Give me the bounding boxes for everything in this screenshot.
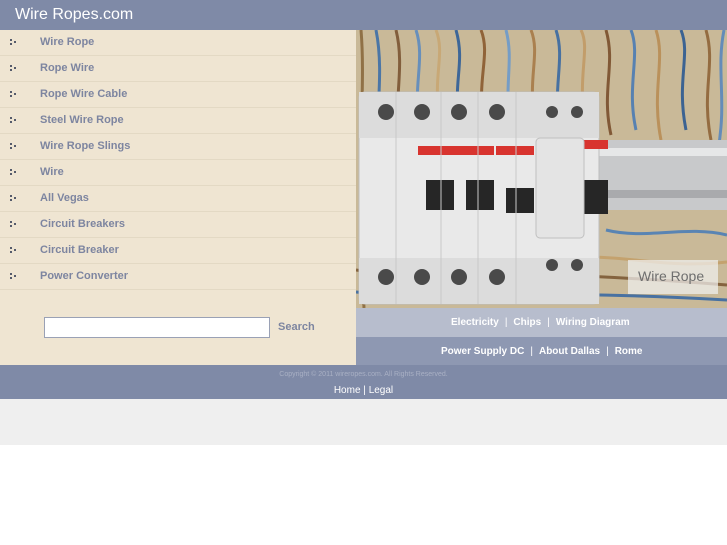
- sidebar-item-label[interactable]: Rope Wire: [40, 62, 94, 74]
- sidebar-item-label[interactable]: Power Converter: [40, 270, 128, 282]
- link-wiring-diagram[interactable]: Wiring Diagram: [556, 317, 630, 328]
- bullet-icon: [10, 143, 18, 151]
- link-rome[interactable]: Rome: [615, 346, 643, 357]
- search-input[interactable]: [44, 317, 270, 338]
- sidebar-item-label[interactable]: Wire: [40, 166, 64, 178]
- link-bar-secondary: Power Supply DC | About Dallas | Rome: [356, 337, 727, 365]
- hero-caption: Wire Rope: [628, 260, 718, 294]
- sidebar-item-label[interactable]: Wire Rope: [40, 36, 94, 48]
- copyright-text: Copyright © 2011 wireropes.com. All Righ…: [279, 371, 448, 378]
- link-bar-primary: Electricity | Chips | Wiring Diagram: [356, 308, 727, 337]
- sidebar-item-wire-rope-slings[interactable]: Wire Rope Slings: [0, 134, 356, 160]
- site-header: Wire Ropes.com: [0, 0, 727, 30]
- link-power-supply-dc[interactable]: Power Supply DC: [441, 346, 524, 357]
- sidebar-item-rope-wire[interactable]: Rope Wire: [0, 56, 356, 82]
- sidebar-item-label[interactable]: Rope Wire Cable: [40, 88, 127, 100]
- link-row: Electricity | Chips | Wiring Diagram: [451, 317, 630, 328]
- bullet-icon: [10, 247, 18, 255]
- bullet-icon: [10, 39, 18, 47]
- sidebar: Wire Rope Rope Wire Rope Wire Cable Stee…: [0, 30, 356, 365]
- footer-link-home[interactable]: Home: [334, 385, 361, 396]
- bullet-icon: [10, 221, 18, 229]
- sidebar-item-label[interactable]: Circuit Breaker: [40, 244, 119, 256]
- footer-links: Home | Legal: [0, 385, 727, 396]
- footer-band: [0, 399, 727, 445]
- bullet-icon: [10, 117, 18, 125]
- link-row: Power Supply DC | About Dallas | Rome: [441, 346, 643, 357]
- sidebar-item-label[interactable]: Circuit Breakers: [40, 218, 125, 230]
- sidebar-item-all-vegas[interactable]: All Vegas: [0, 186, 356, 212]
- sidebar-item-label[interactable]: All Vegas: [40, 192, 89, 204]
- link-electricity[interactable]: Electricity: [451, 317, 499, 328]
- bullet-icon: [10, 273, 18, 281]
- sidebar-item-label[interactable]: Wire Rope Slings: [40, 140, 130, 152]
- sidebar-item-wire[interactable]: Wire: [0, 160, 356, 186]
- bullet-icon: [10, 195, 18, 203]
- footer-separator: |: [363, 385, 366, 396]
- bullet-icon: [10, 91, 18, 99]
- link-separator: |: [504, 317, 508, 328]
- sidebar-item-label[interactable]: Steel Wire Rope: [40, 114, 124, 126]
- link-about-dallas[interactable]: About Dallas: [539, 346, 600, 357]
- bullet-icon: [10, 169, 18, 177]
- footer-link-legal[interactable]: Legal: [369, 385, 393, 396]
- link-chips[interactable]: Chips: [513, 317, 541, 328]
- site-footer: Copyright © 2011 wireropes.com. All Righ…: [0, 365, 727, 399]
- hero-image[interactable]: Wire Rope: [356, 30, 727, 308]
- sidebar-item-rope-wire-cable[interactable]: Rope Wire Cable: [0, 82, 356, 108]
- link-separator: |: [606, 346, 609, 357]
- hero-caption-text: Wire Rope: [638, 268, 705, 284]
- sidebar-item-circuit-breaker[interactable]: Circuit Breaker: [0, 238, 356, 264]
- link-separator: |: [530, 346, 533, 357]
- search-button[interactable]: Search: [278, 321, 315, 333]
- link-separator: |: [547, 317, 550, 328]
- sidebar-item-power-converter[interactable]: Power Converter: [0, 264, 356, 290]
- site-title[interactable]: Wire Ropes.com: [15, 6, 133, 24]
- sidebar-item-steel-wire-rope[interactable]: Steel Wire Rope: [0, 108, 356, 134]
- sidebar-item-circuit-breakers[interactable]: Circuit Breakers: [0, 212, 356, 238]
- bullet-icon: [10, 65, 18, 73]
- sidebar-item-wire-rope[interactable]: Wire Rope: [0, 30, 356, 56]
